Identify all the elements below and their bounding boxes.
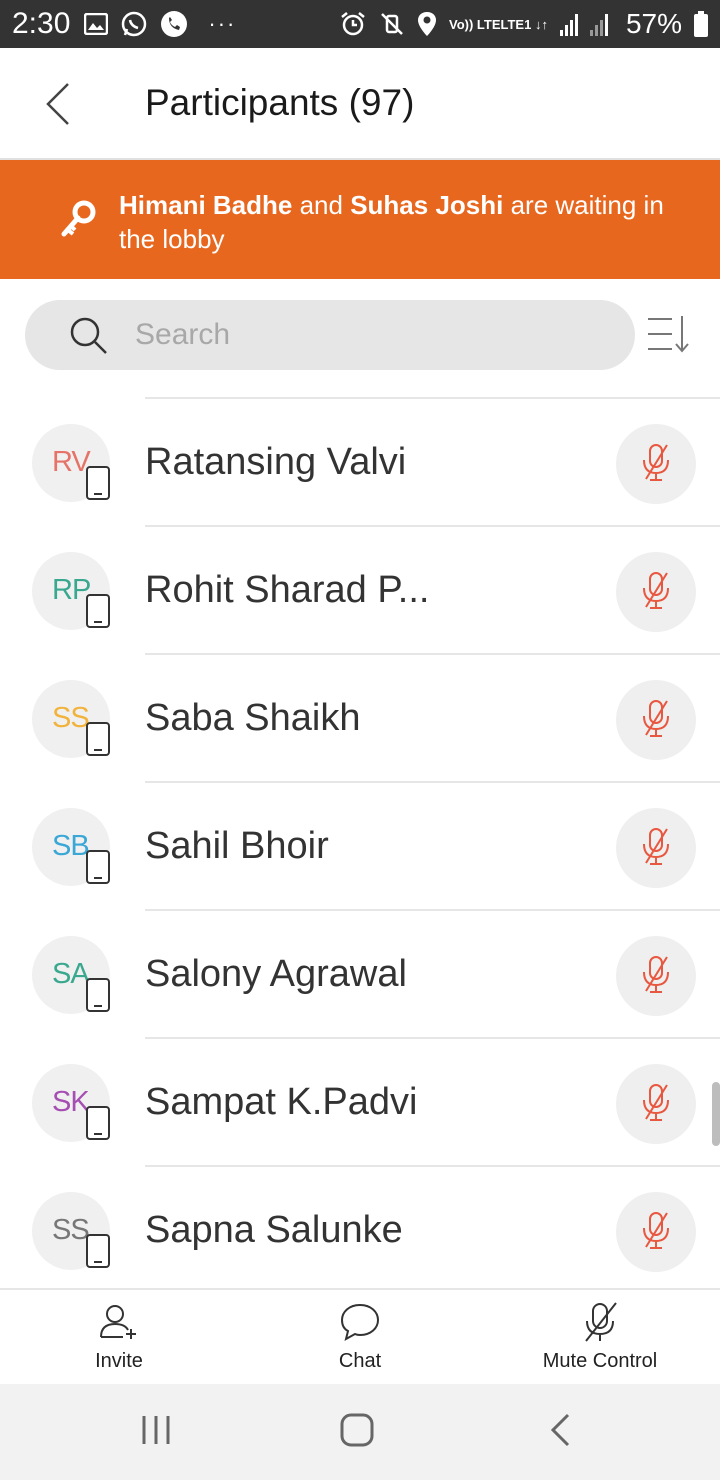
- system-nav-bar: [0, 1384, 720, 1480]
- avatar-initials: SS: [52, 702, 90, 734]
- participant-name: Sapna Salunke: [145, 1209, 403, 1251]
- avatar: RP: [32, 552, 110, 630]
- participant-row[interactable]: SA Salony Agrawal: [0, 911, 720, 1039]
- participant-name: Salony Agrawal: [145, 953, 407, 995]
- participant-list[interactable]: RV Ratansing Valvi RP Rohit Sharad P... SS Sa…: [0, 380, 720, 1288]
- mic-muted-icon: [639, 826, 673, 871]
- network-type: Vo)) LTE LTE1 ↓↑: [449, 18, 548, 31]
- page-title: Participants (97): [145, 82, 415, 123]
- status-time: 2:30: [12, 7, 71, 40]
- chat-label: Chat: [338, 1350, 382, 1372]
- invite-label: Invite: [95, 1350, 143, 1372]
- system-back-button[interactable]: [530, 1410, 590, 1454]
- mic-muted-icon: [639, 570, 673, 615]
- status-bar: 2:30 ··· Vo)) LTE LTE1 ↓↑ 57%: [0, 0, 720, 48]
- back-icon: [549, 1413, 571, 1452]
- participant-mute-button[interactable]: [616, 424, 696, 504]
- chevron-left-icon: [45, 82, 71, 131]
- phone-call-icon: [160, 10, 188, 38]
- overflow-dots: ···: [208, 11, 237, 36]
- mobile-device-icon: [86, 466, 110, 500]
- mobile-device-icon: [86, 722, 110, 756]
- network-label: Vo)) LTE: [449, 16, 501, 32]
- participant-row[interactable]: SB Sahil Bhoir: [0, 783, 720, 911]
- participant-mute-button[interactable]: [616, 808, 696, 888]
- recent-apps-button[interactable]: [126, 1410, 186, 1454]
- lobby-connector: and: [292, 190, 351, 220]
- participant-row[interactable]: SK Sampat K.Padvi: [0, 1039, 720, 1167]
- mute-control-label: Mute Control: [542, 1350, 658, 1372]
- search-input[interactable]: [135, 312, 595, 358]
- network-sub-label: LTE1 ↓↑: [500, 16, 548, 32]
- avatar: SB: [32, 808, 110, 886]
- participant-name: Rohit Sharad P...: [145, 569, 430, 611]
- participant-mute-button[interactable]: [616, 680, 696, 760]
- mic-muted-icon: [639, 698, 673, 743]
- home-icon: [340, 1413, 374, 1452]
- lobby-banner[interactable]: Himani Badhe and Suhas Joshi are waiting…: [0, 160, 720, 279]
- mobile-device-icon: [86, 1234, 110, 1268]
- avatar-initials: RV: [52, 446, 91, 478]
- invite-button[interactable]: Invite: [19, 1302, 219, 1382]
- lobby-name-2: Suhas Joshi: [350, 190, 504, 220]
- search-bar[interactable]: [25, 300, 635, 370]
- participant-row[interactable]: RV Ratansing Valvi: [0, 399, 720, 527]
- avatar-initials: SB: [52, 830, 90, 862]
- participant-row[interactable]: SS Saba Shaikh: [0, 655, 720, 783]
- avatar: SS: [32, 680, 110, 758]
- participant-row[interactable]: RP Rohit Sharad P...: [0, 527, 720, 655]
- scrollbar[interactable]: [712, 1082, 720, 1146]
- add-person-icon: [99, 1303, 139, 1346]
- chat-bubble-icon: [340, 1303, 380, 1346]
- signal-icon: [559, 12, 614, 36]
- participant-name: Saba Shaikh: [145, 697, 361, 739]
- participant-row[interactable]: [0, 380, 720, 399]
- mobile-device-icon: [86, 594, 110, 628]
- battery-percent: 57%: [625, 8, 682, 39]
- participant-row[interactable]: SS Sapna Salunke: [0, 1167, 720, 1288]
- home-button[interactable]: [327, 1410, 387, 1454]
- avatar: SA: [32, 936, 110, 1014]
- mobile-device-icon: [86, 978, 110, 1012]
- mute-control-button[interactable]: Mute Control: [500, 1301, 700, 1382]
- mic-muted-icon: [639, 954, 673, 999]
- avatar-initials: SA: [52, 958, 90, 990]
- location-icon: [417, 11, 437, 37]
- mic-muted-icon: [639, 1082, 673, 1127]
- mic-muted-icon: [639, 1210, 673, 1255]
- avatar-initials: SK: [52, 1086, 90, 1118]
- alarm-icon: [339, 10, 367, 38]
- sort-button[interactable]: [646, 314, 694, 358]
- back-button[interactable]: [36, 78, 80, 134]
- search-icon: [69, 316, 109, 361]
- lobby-name-1: Himani Badhe: [119, 190, 293, 220]
- mobile-device-icon: [86, 850, 110, 884]
- avatar: SS: [32, 1192, 110, 1270]
- participant-mute-button[interactable]: [616, 1192, 696, 1272]
- key-icon: [60, 200, 96, 245]
- bottom-toolbar: Invite Chat Mute Control: [0, 1288, 720, 1384]
- battery-icon: [694, 11, 708, 37]
- participant-name: Ratansing Valvi: [145, 441, 407, 483]
- vibrate-mute-icon: [379, 11, 405, 37]
- avatar: SK: [32, 1064, 110, 1142]
- mic-off-icon: [580, 1301, 620, 1348]
- participant-name: Sampat K.Padvi: [145, 1081, 418, 1123]
- participant-name: Sahil Bhoir: [145, 825, 329, 867]
- mobile-device-icon: [86, 1106, 110, 1140]
- app-header: Participants (97): [0, 48, 720, 160]
- sort-icon: [646, 316, 690, 358]
- avatar: RV: [32, 424, 110, 502]
- chat-button[interactable]: Chat: [260, 1302, 460, 1382]
- participant-mute-button[interactable]: [616, 552, 696, 632]
- participant-mute-button[interactable]: [616, 1064, 696, 1144]
- participant-mute-button[interactable]: [616, 936, 696, 1016]
- whatsapp-icon: [120, 10, 148, 38]
- lobby-message: Himani Badhe and Suhas Joshi are waiting…: [119, 188, 679, 256]
- mic-muted-icon: [639, 442, 673, 487]
- gallery-icon: [84, 13, 109, 35]
- avatar-initials: SS: [52, 1214, 90, 1246]
- recent-apps-icon: [140, 1414, 172, 1451]
- avatar-initials: RP: [52, 574, 91, 606]
